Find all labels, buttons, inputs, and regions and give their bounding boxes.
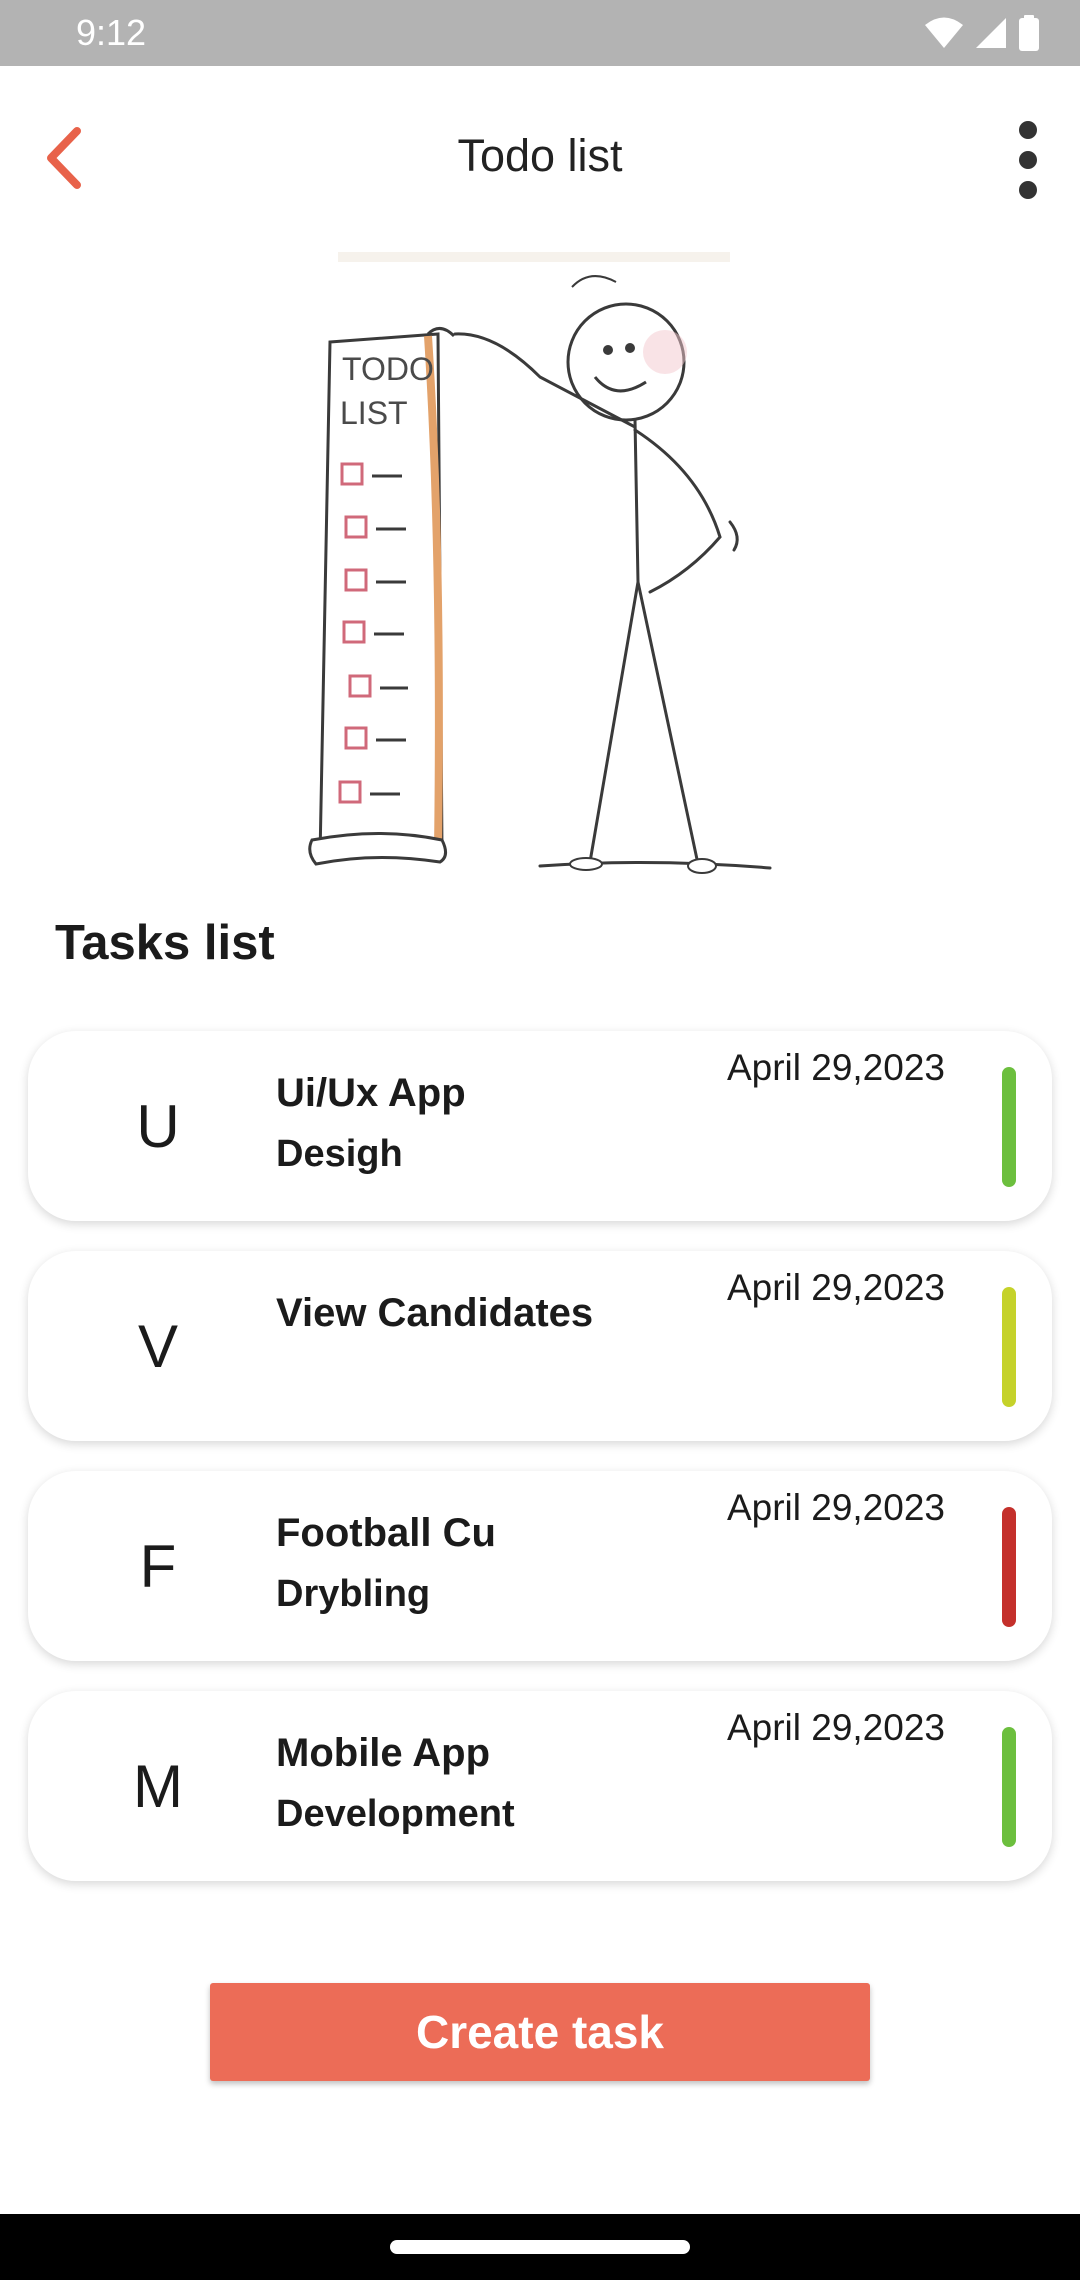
task-subtitle: Drybling: [276, 1573, 431, 1615]
task-date: April 29,2023: [726, 1487, 945, 1528]
priority-indicator: [1002, 1067, 1016, 1187]
wifi-icon: [925, 17, 963, 48]
task-card[interactable]: M Mobile App Development April 29,2023: [28, 1691, 1052, 1881]
create-task-button[interactable]: Create task: [210, 1983, 870, 2081]
overflow-menu-button[interactable]: [990, 112, 1066, 208]
task-title: Ui/Ux App: [276, 1071, 466, 1115]
todo-list-illustration: TODO LIST: [290, 252, 790, 882]
scroll-text-todo: TODO: [342, 351, 434, 387]
task-initial: F: [139, 1532, 177, 1600]
task-title: Football Cu: [276, 1511, 496, 1555]
task-subtitle: Development: [276, 1793, 515, 1835]
status-icons: [924, 14, 1040, 52]
task-subtitle: Desigh: [276, 1133, 403, 1175]
task-title: Mobile App: [276, 1731, 491, 1775]
status-bar: 9:12: [0, 0, 1080, 66]
task-initial: V: [137, 1312, 179, 1380]
scroll-text-list: LIST: [340, 395, 408, 431]
task-date: April 29,2023: [726, 1707, 945, 1748]
task-date: April 29,2023: [726, 1267, 945, 1308]
priority-indicator: [1002, 1727, 1016, 1847]
section-title: Tasks list: [55, 916, 275, 970]
status-time: 9:12: [76, 12, 147, 53]
signal-icon: [976, 18, 1006, 48]
page-title: Todo list: [457, 130, 623, 181]
task-card[interactable]: F Football Cu Drybling April 29,2023: [28, 1471, 1052, 1661]
task-initial: U: [136, 1092, 180, 1160]
task-date: April 29,2023: [726, 1047, 945, 1088]
priority-indicator: [1002, 1507, 1016, 1627]
task-card[interactable]: V View Candidates April 29,2023: [28, 1251, 1052, 1441]
task-card[interactable]: U Ui/Ux App Desigh April 29,2023: [28, 1031, 1052, 1221]
priority-indicator: [1002, 1287, 1016, 1407]
home-gesture-handle[interactable]: [390, 2240, 690, 2254]
task-title: View Candidates: [276, 1291, 594, 1335]
app-bar: Todo list: [0, 66, 1080, 256]
todo-list-stickman-illustration: TODO LIST: [308, 252, 772, 874]
system-nav-bar: [0, 2214, 1080, 2280]
more-vert-icon: [1019, 121, 1037, 199]
task-initial: M: [133, 1752, 183, 1820]
battery-icon: [1019, 15, 1039, 51]
